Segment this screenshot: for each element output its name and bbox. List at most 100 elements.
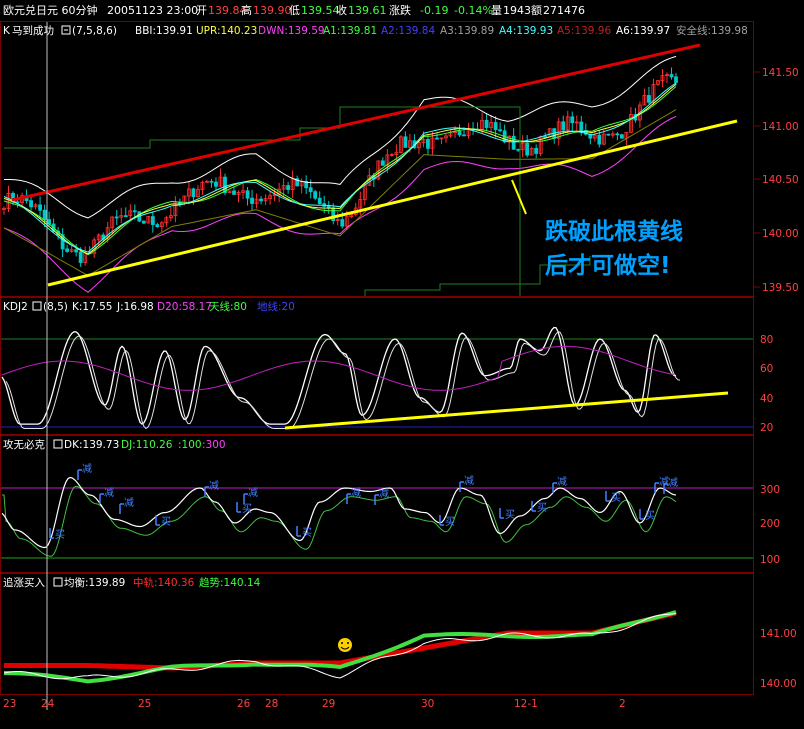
sell-signal-label: 减 <box>104 487 114 499</box>
candle-body <box>232 190 236 195</box>
header-low-label: 低 <box>289 4 300 17</box>
sell-signal-label: 减 <box>668 477 678 489</box>
main-legend: K 马到成功 (7,5,8,6) BBI:139.91 UPR:140.23 D… <box>3 24 748 37</box>
buy-signal-label: 买 <box>645 510 655 522</box>
kdj-tianxian: 天线:80 <box>209 300 247 313</box>
header-title: 欧元兑日元 60分钟 <box>3 3 98 17</box>
gong-axis-label: 300 <box>760 484 780 496</box>
candle-body <box>74 249 79 253</box>
sell-signal-label: 减 <box>82 463 92 475</box>
chart-canvas: 欧元兑日元 60分钟 20051123 23:00 开 139.84 高 139… <box>0 0 804 729</box>
header-open-label: 开 <box>196 4 207 17</box>
candle-body <box>123 215 128 218</box>
main-axis-label: 141.50 <box>762 67 799 79</box>
x-axis-label: 2 <box>619 698 626 710</box>
main-bbi: BBI:139.91 <box>135 25 193 37</box>
main-axis-label: 140.50 <box>762 174 799 186</box>
candle-body <box>42 209 47 220</box>
candle-body <box>606 133 611 136</box>
header-volume: 1943 <box>503 4 531 17</box>
kdj-indicator-name[interactable]: KDJ2 <box>3 301 28 313</box>
candle-body <box>155 224 160 228</box>
candle-body <box>674 76 678 83</box>
buy-signal-label: 买 <box>242 503 252 515</box>
sell-signal-label: 减 <box>351 487 361 499</box>
buy-signal-label: 买 <box>161 516 171 528</box>
candle-body <box>259 198 263 202</box>
candle-body <box>462 134 466 137</box>
main-safe: 安全线:139.98 <box>676 24 748 37</box>
main-axis-label: 141.00 <box>762 121 799 133</box>
x-axis-label: 12-1 <box>514 698 538 710</box>
header-low: 139.54 <box>301 4 340 17</box>
candle-body <box>403 136 408 148</box>
main-upr: UPR:140.23 <box>196 25 257 37</box>
kdj-dixian: 地线:20 <box>257 300 295 313</box>
sell-signal-label: 减 <box>248 487 258 499</box>
gong-l1: :100 <box>178 439 202 451</box>
gong-indicator-name[interactable]: 攻无必克 <box>3 438 45 451</box>
sell-signal-label: 减 <box>379 488 389 500</box>
candle-body <box>250 197 254 204</box>
kdj-axis-label: 40 <box>760 393 773 405</box>
annotation-line-1: 跌破此根黄线 <box>545 218 683 245</box>
gong-axis-label: 200 <box>760 518 780 530</box>
candle-body <box>457 130 462 136</box>
main-a6: A6:139.97 <box>616 25 670 37</box>
zhui-axis-label: 140.00 <box>760 678 797 690</box>
candle-body <box>435 137 439 140</box>
candle-body <box>78 251 83 263</box>
header-close: 139.61 <box>348 4 387 17</box>
candle-body <box>308 187 313 193</box>
candle-body <box>191 188 196 198</box>
candle-body <box>214 181 218 187</box>
main-params: (7,5,8,6) <box>72 25 117 37</box>
candle-body <box>484 119 489 128</box>
x-axis-label: 30 <box>421 698 434 710</box>
candle-body <box>340 219 345 227</box>
candle-body <box>647 95 651 103</box>
main-a3: A3:139.89 <box>440 25 494 37</box>
candle-body <box>114 216 119 219</box>
candle-body <box>511 135 516 150</box>
smiley-icon <box>338 638 352 652</box>
gong-axis-label: 100 <box>760 554 780 566</box>
candle-body <box>380 160 385 166</box>
gong-dk: DK:139.73 <box>64 439 119 451</box>
candle-body <box>65 248 70 252</box>
main-indicator-name[interactable]: 马到成功 <box>12 25 54 37</box>
candle-body <box>619 134 624 139</box>
main-a4: A4:139.93 <box>499 25 553 37</box>
header-change: -0.19 <box>420 4 448 17</box>
candle-body <box>317 197 322 205</box>
header-high: 139.90 <box>253 4 292 17</box>
main-a1: A1:139.81 <box>323 25 377 37</box>
candle-body <box>38 204 42 211</box>
header-high-label: 高 <box>241 3 252 17</box>
candle-body <box>516 148 521 151</box>
candle-body <box>150 216 155 225</box>
x-axis-label: 24 <box>41 698 55 710</box>
zhui-indicator-name[interactable]: 追涨买入 <box>3 576 45 589</box>
sell-signal-label: 减 <box>124 497 134 509</box>
candle-body <box>209 180 214 183</box>
buy-signal-label: 买 <box>445 516 455 528</box>
candle-body <box>286 185 291 190</box>
sell-signal-label: 减 <box>209 480 219 492</box>
candle-body <box>132 210 137 213</box>
kdj-axis-label: 60 <box>760 363 773 375</box>
buy-signal-label: 买 <box>55 529 65 541</box>
buy-signal-label: 买 <box>537 502 547 514</box>
x-axis-label: 26 <box>237 698 251 710</box>
main-axis-label: 139.50 <box>762 282 799 294</box>
zhui-zhongjun: 中轨:140.36 <box>133 576 195 589</box>
smiley-face <box>338 638 352 652</box>
header-amount-label: 额 <box>531 4 542 17</box>
sell-signal-label: 减 <box>464 475 474 487</box>
main-a2: A2:139.84 <box>381 25 435 37</box>
header-bar: 欧元兑日元 60分钟 20051123 23:00 开 139.84 高 139… <box>3 3 585 17</box>
header-change-pct: -0.14% <box>454 4 493 17</box>
candle-body <box>313 191 318 199</box>
kdj-j: J:16.98 <box>116 301 154 313</box>
candle-body <box>561 121 566 131</box>
